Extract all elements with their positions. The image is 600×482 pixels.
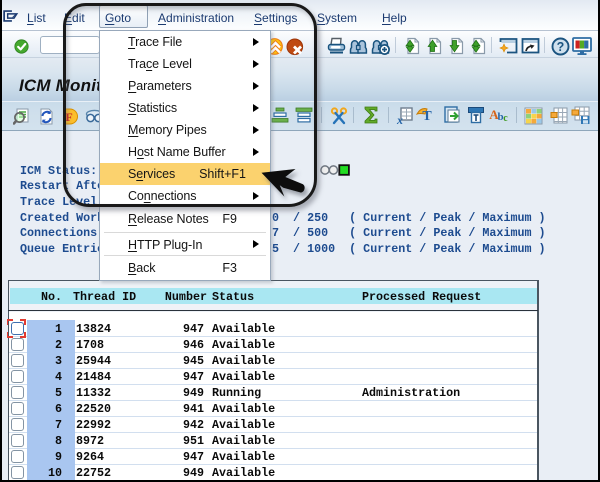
svg-text:x: x bbox=[396, 113, 403, 125]
svg-text:c: c bbox=[503, 113, 508, 124]
svg-text:?: ? bbox=[557, 40, 565, 54]
svg-text:T: T bbox=[422, 109, 432, 124]
